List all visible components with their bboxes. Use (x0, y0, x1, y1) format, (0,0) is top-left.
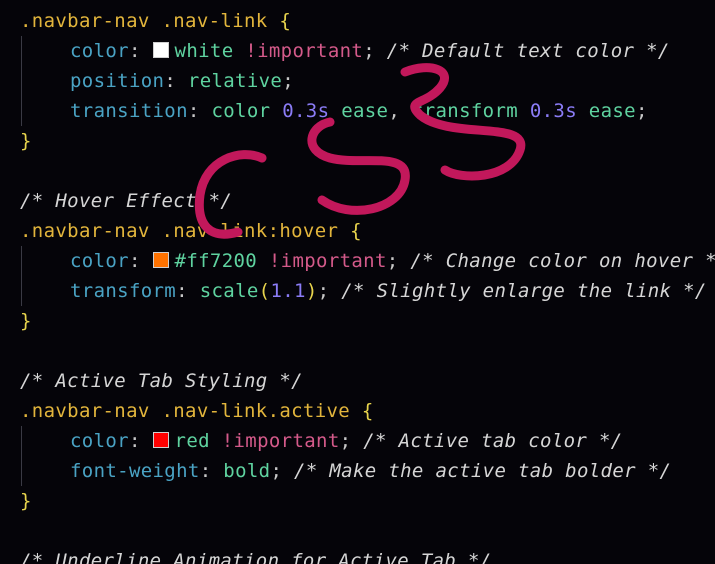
code-line[interactable]: /* Active Tab Styling */ (0, 366, 303, 396)
css-value: color (211, 100, 271, 122)
code-line[interactable]: position: relative; (0, 66, 294, 96)
semicolon: ; (339, 430, 352, 452)
open-brace: { (279, 10, 292, 32)
semicolon: ; (282, 70, 295, 92)
code-line[interactable]: /* Hover Effect */ (0, 186, 232, 216)
open-paren: ( (258, 280, 271, 302)
css-property: color (70, 40, 129, 62)
colon: : (128, 250, 141, 272)
code-comment: /* Slightly enlarge the link */ (341, 280, 707, 302)
code-comment: /* Change color on hover */ (410, 250, 715, 272)
css-value: relative (187, 70, 283, 92)
code-line[interactable]: /* Underline Animation for Active Tab */ (0, 546, 492, 564)
code-comment: /* Active tab color */ (363, 430, 623, 452)
css-function: scale (199, 280, 259, 302)
css-property: color (70, 430, 129, 452)
css-value: bold (223, 460, 271, 482)
colon: : (187, 100, 200, 122)
annotation-letter-s1 (307, 117, 410, 215)
css-property: position (70, 70, 165, 92)
semicolon: ; (635, 100, 648, 122)
code-comment: /* Underline Animation for Active Tab */ (20, 550, 492, 564)
code-line[interactable]: } (0, 126, 32, 156)
css-number: 0.3s (529, 100, 577, 122)
code-line[interactable]: color: white !important; /* Default text… (0, 36, 670, 66)
important-keyword: !important (268, 250, 387, 272)
code-line[interactable]: color: #ff7200 !important; /* Change col… (0, 246, 715, 276)
code-line[interactable]: .navbar-nav .nav-link { (0, 6, 291, 36)
css-value: ease (588, 100, 636, 122)
code-comment: /* Active Tab Styling */ (20, 370, 303, 392)
code-editor[interactable]: .navbar-nav .nav-link { color: white !im… (0, 0, 715, 564)
css-property: font-weight (70, 460, 200, 482)
css-value: #ff7200 (174, 250, 258, 272)
close-paren: ) (305, 280, 318, 302)
semicolon: ; (317, 280, 330, 302)
css-number: 1.1 (270, 280, 306, 302)
css-value: transform (411, 100, 519, 122)
open-brace: { (350, 220, 362, 242)
code-comment: /* Default text color */ (386, 40, 670, 62)
code-line[interactable]: } (0, 486, 32, 516)
code-comment: /* Make the active tab bolder */ (294, 460, 672, 482)
semicolon: ; (363, 40, 375, 62)
css-value: white (174, 40, 234, 62)
colon: : (176, 280, 188, 302)
css-property: transition (70, 100, 188, 122)
close-brace: } (20, 130, 32, 152)
color-swatch-red[interactable] (152, 432, 169, 448)
css-value: ease (341, 100, 389, 122)
colon: : (128, 40, 141, 62)
important-keyword: !important (245, 40, 364, 62)
semicolon: ; (386, 250, 399, 272)
code-comment: /* Hover Effect */ (20, 190, 233, 212)
css-selector: .navbar-nav .nav-link.active (20, 400, 351, 422)
css-number: 0.3s (282, 100, 330, 122)
code-line[interactable]: .navbar-nav .nav-link.active { (0, 396, 374, 426)
code-line[interactable]: transition: color 0.3s ease, transform 0… (0, 96, 648, 126)
css-value: red (174, 430, 210, 452)
semicolon: ; (270, 460, 283, 482)
close-brace: } (20, 490, 32, 512)
code-line[interactable]: .navbar-nav .nav-link:hover { (0, 216, 362, 246)
css-selector: .navbar-nav .nav-link (20, 10, 268, 32)
comma: , (388, 100, 401, 122)
color-swatch-white[interactable] (152, 42, 169, 58)
code-line[interactable]: color: red !important; /* Active tab col… (0, 426, 623, 456)
colon: : (128, 430, 141, 452)
colon: : (164, 70, 177, 92)
css-selector: .navbar-nav .nav-link:hover (20, 220, 339, 242)
css-property: color (70, 250, 129, 272)
css-property: transform (70, 280, 177, 302)
colon: : (199, 460, 212, 482)
code-line[interactable]: transform: scale(1.1); /* Slightly enlar… (0, 276, 707, 306)
code-line[interactable]: font-weight: bold; /* Make the active ta… (0, 456, 671, 486)
open-brace: { (361, 400, 374, 422)
important-keyword: !important (221, 430, 340, 452)
code-line[interactable]: } (0, 306, 32, 336)
color-swatch-orange[interactable] (152, 252, 169, 268)
close-brace: } (20, 310, 32, 332)
